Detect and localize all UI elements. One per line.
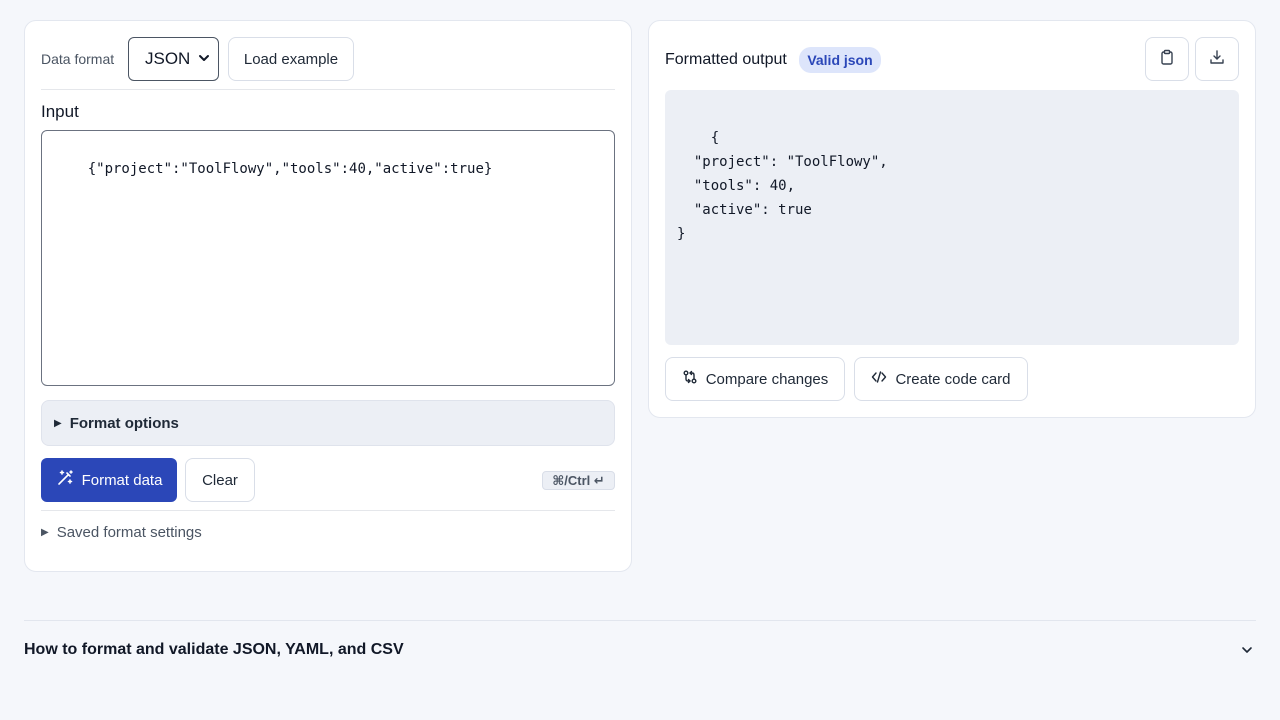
output-title: Formatted output (665, 51, 787, 68)
download-button[interactable] (1195, 37, 1239, 81)
faq-divider (24, 620, 1256, 621)
format-options-label: Format options (69, 414, 179, 432)
load-example-label: Load example (243, 50, 339, 68)
faq-title[interactable]: How to format and validate JSON, YAML, a… (24, 641, 404, 659)
copy-button[interactable] (1145, 37, 1189, 81)
magic-wand-icon (56, 469, 74, 491)
create-code-card-label: Create code card (895, 370, 1011, 388)
status-badge-label: Valid json (807, 52, 873, 68)
data-format-value: JSON (145, 49, 191, 68)
toolbar-divider (41, 89, 615, 90)
shortcut-label: ⌘/Ctrl ↵ (552, 472, 605, 488)
triangle-right-icon: ▶ (54, 417, 62, 429)
create-code-card-button[interactable]: Create code card (854, 357, 1028, 401)
load-example-button[interactable]: Load example (228, 37, 354, 81)
compare-changes-label: Compare changes (705, 370, 829, 388)
format-options-toggle[interactable]: ▶ Format options (41, 400, 615, 446)
output-panel: Formatted output Valid json { "project":… (648, 20, 1256, 418)
output-text: { "project": "ToolFlowy", "tools": 40, "… (677, 130, 888, 242)
input-text: {"project":"ToolFlowy","tools":40,"activ… (87, 161, 493, 177)
keyboard-shortcut-hint: ⌘/Ctrl ↵ (542, 471, 615, 490)
saved-settings-label: Saved format settings (56, 524, 202, 541)
resize-grip-icon[interactable] (602, 373, 662, 401)
compare-icon (682, 369, 698, 389)
input-heading: Input (41, 102, 79, 121)
formatted-output: { "project": "ToolFlowy", "tools": 40, "… (665, 90, 1239, 345)
clear-button[interactable]: Clear (185, 458, 255, 502)
input-textarea[interactable]: {"project":"ToolFlowy","tools":40,"activ… (41, 130, 662, 401)
chevron-down-icon[interactable] (1240, 643, 1254, 662)
actions-divider (41, 510, 615, 511)
triangle-right-icon: ▶ (41, 527, 49, 538)
compare-changes-button[interactable]: Compare changes (665, 357, 845, 401)
status-badge: Valid json (799, 47, 881, 73)
download-icon (1209, 49, 1225, 70)
format-data-button[interactable]: Format data (41, 458, 177, 502)
code-icon (871, 369, 887, 389)
chevron-down-icon (198, 49, 210, 69)
saved-settings-toggle[interactable]: ▶ Saved format settings (41, 524, 202, 541)
data-format-select[interactable]: JSON (128, 37, 219, 81)
format-data-label: Format data (81, 471, 163, 489)
data-format-label: Data format (41, 51, 115, 67)
clear-label: Clear (202, 471, 238, 489)
input-panel: Data format JSON Load example Input {"pr… (24, 20, 662, 572)
clipboard-icon (1159, 49, 1175, 70)
